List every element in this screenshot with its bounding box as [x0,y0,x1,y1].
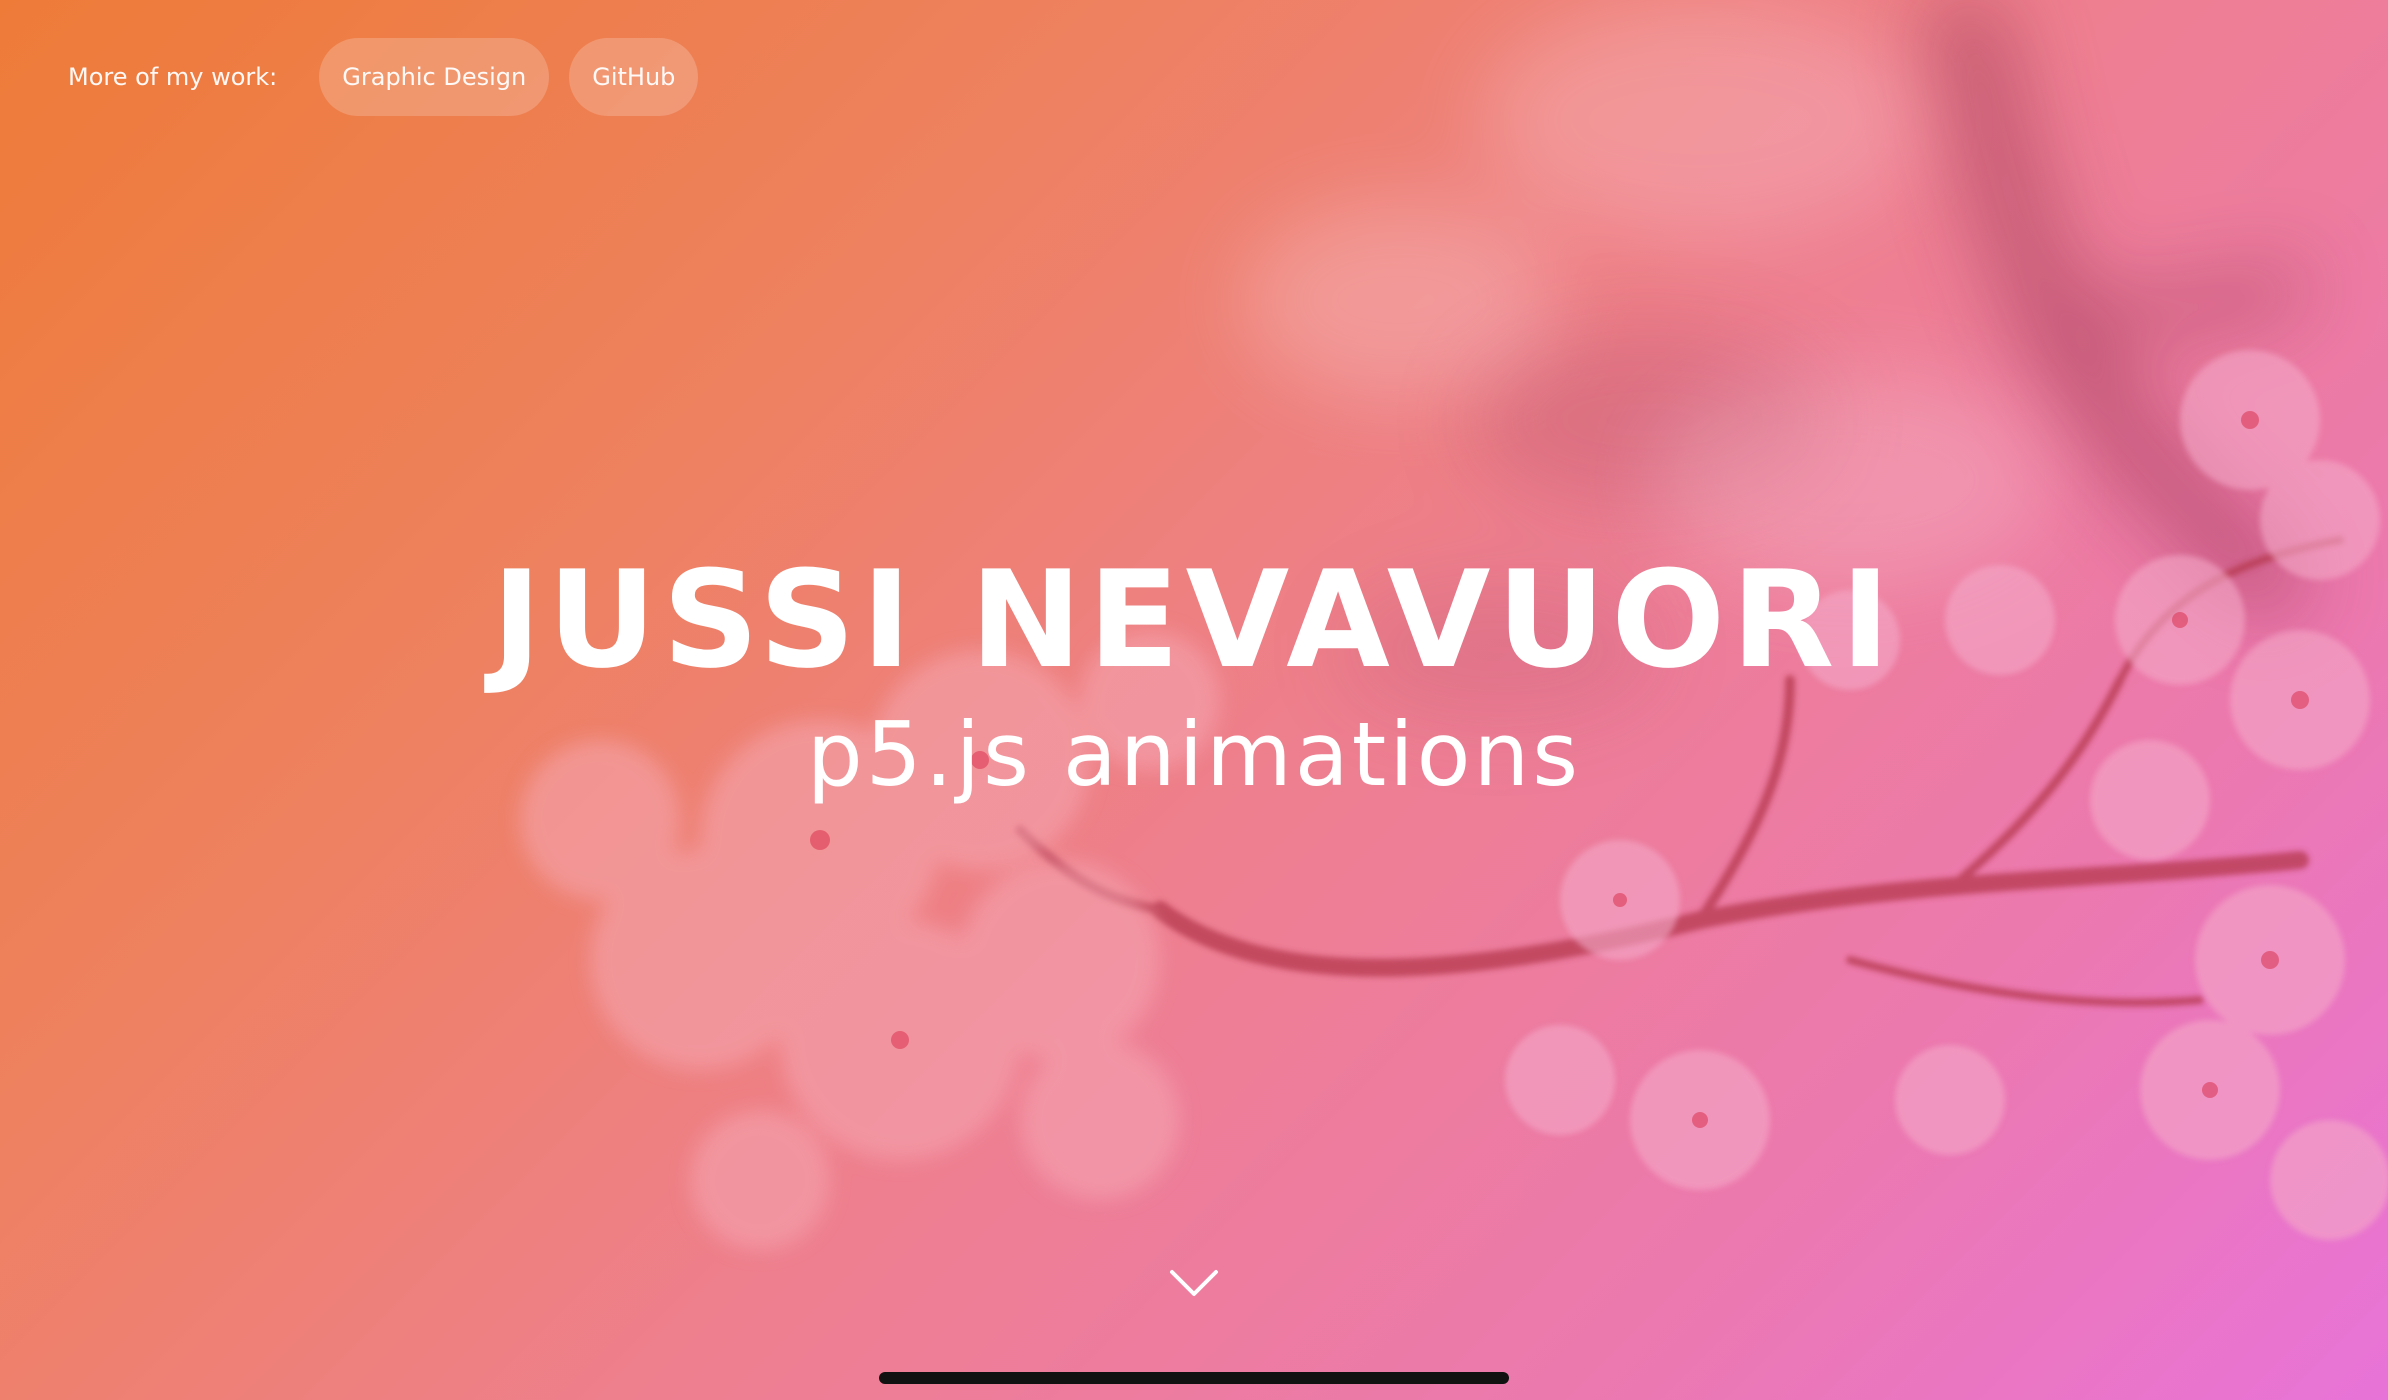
top-nav: More of my work: Graphic Design GitHub [68,38,699,116]
page-title: JUSSI NEVAVUORI [491,542,1897,698]
graphic-design-link[interactable]: Graphic Design [319,38,550,116]
home-indicator [879,1372,1509,1384]
chevron-down-icon[interactable] [1168,1266,1220,1300]
more-work-label: More of my work: [68,63,278,91]
page-subtitle: p5.js animations [806,703,1582,806]
github-link[interactable]: GitHub [569,38,699,116]
hero: JUSSI NEVAVUORI p5.js animations [0,540,2388,810]
